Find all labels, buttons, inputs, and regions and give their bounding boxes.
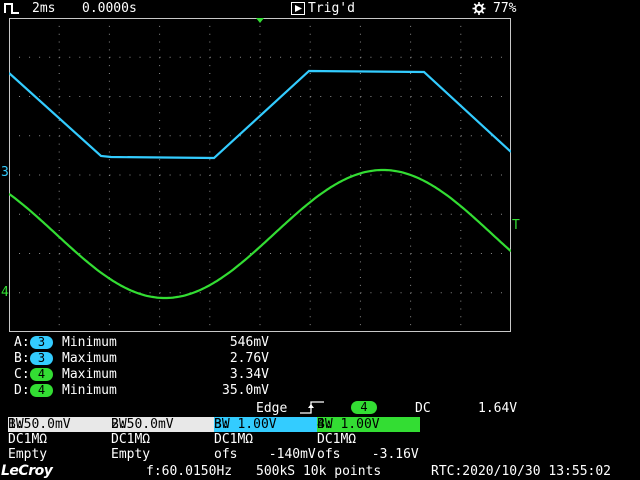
measurement-channel-badge: 4 (30, 384, 53, 397)
channel-4-panel[interactable]: 4: 1.00V BW DC1MΩ ofs -3.16V (317, 417, 420, 463)
channel-1-coupling: DC1MΩ (8, 432, 48, 447)
channel-1-status: Empty (8, 447, 48, 462)
bottom-status-bar: LeCroy f:60.0150Hz 500kS 10k points RTC:… (0, 463, 640, 480)
run-play-icon[interactable] (291, 2, 305, 15)
rising-edge-icon (300, 401, 324, 414)
measurement-letter: A: (14, 335, 30, 350)
settings-gear-icon[interactable] (472, 2, 486, 15)
battery-level: 77% (493, 1, 517, 16)
graticule-grid (9, 18, 511, 332)
channel-4-coupling: DC1MΩ (317, 432, 357, 447)
channel-4-trace (9, 168, 511, 300)
trigger-type: Edge (256, 401, 288, 416)
measurement-channel-badge: 3 (30, 336, 53, 349)
channel-4-offset: ofs -3.16V (317, 447, 419, 462)
measurement-name: Maximum (62, 367, 117, 382)
measurement-letter: B: (14, 351, 30, 366)
channel-1-header: 1:50.0mV BW (8, 417, 111, 432)
measurement-row-c[interactable]: C: 4 Maximum 3.34V (14, 367, 314, 383)
measurement-letter: D: (14, 383, 30, 398)
measurement-value: 3.34V (229, 367, 269, 382)
channel-3-panel[interactable]: 3: 1.00V BW DC1MΩ ofs -140mV (214, 417, 317, 463)
measurement-name: Minimum (62, 335, 117, 350)
channel-3-coupling: DC1MΩ (214, 432, 254, 447)
trigger-level-value: 1.64V (478, 401, 518, 416)
measurement-value: 546mV (229, 335, 269, 350)
channel-2-coupling: DC1MΩ (111, 432, 151, 447)
brand-logo: LeCroy (1, 463, 53, 479)
channel-3-header: 3: 1.00V BW (214, 417, 317, 432)
memory-length: 500kS 10k points (256, 464, 382, 479)
measurement-channel-badge: 4 (30, 368, 53, 381)
measurement-row-d[interactable]: D: 4 Minimum 35.0mV (14, 383, 314, 399)
waveform-display[interactable] (9, 18, 511, 332)
measurement-letter: C: (14, 367, 30, 382)
top-status-bar: 2ms 0.0000s Trig'd 77% (0, 0, 640, 17)
measurement-row-a[interactable]: A: 3 Minimum 546mV (14, 335, 314, 351)
measurement-value: 35.0mV (222, 383, 269, 398)
channel-3-trace (9, 69, 511, 160)
channel-3-bw-limit: BW (214, 417, 230, 432)
measurement-name: Maximum (62, 351, 117, 366)
measurement-row-b[interactable]: B: 3 Maximum 2.76V (14, 351, 314, 367)
channel-1-bw-limit: BW (8, 417, 24, 432)
delay-value[interactable]: 0.0000s (82, 1, 137, 16)
square-wave-icon (4, 3, 19, 14)
trigger-level-marker[interactable]: T (512, 218, 520, 233)
channel-2-status: Empty (111, 447, 151, 462)
trigger-position-marker[interactable] (256, 18, 264, 23)
trigger-settings[interactable]: Edge 4 DC 1.64V (0, 400, 640, 417)
channel-4-header: 4: 1.00V BW (317, 417, 420, 432)
measurement-name: Minimum (62, 383, 117, 398)
realtime-clock: RTC:2020/10/30 13:55:02 (431, 464, 612, 479)
channel-4-bw-limit: BW (317, 417, 333, 432)
measurement-value: 2.76V (229, 351, 269, 366)
trigger-channel-badge: 4 (351, 401, 377, 414)
timebase-value[interactable]: 2ms (32, 1, 55, 16)
channel-3-ground-marker[interactable]: 3 (1, 165, 9, 180)
channel-2-header: 2:50.0mV BW (111, 417, 214, 432)
channel-3-offset: ofs -140mV (214, 447, 316, 462)
trigger-coupling: DC (415, 401, 431, 416)
channel-4-ground-marker[interactable]: 4 (1, 285, 9, 300)
channel-2-bw-limit: BW (111, 417, 127, 432)
channel-1-panel[interactable]: 1:50.0mV BW DC1MΩ Empty (8, 417, 111, 463)
channel-2-panel[interactable]: 2:50.0mV BW DC1MΩ Empty (111, 417, 214, 463)
measurement-channel-badge: 3 (30, 352, 53, 365)
frequency-counter: f:60.0150Hz (146, 464, 233, 479)
trigger-state: Trig'd (308, 1, 355, 16)
